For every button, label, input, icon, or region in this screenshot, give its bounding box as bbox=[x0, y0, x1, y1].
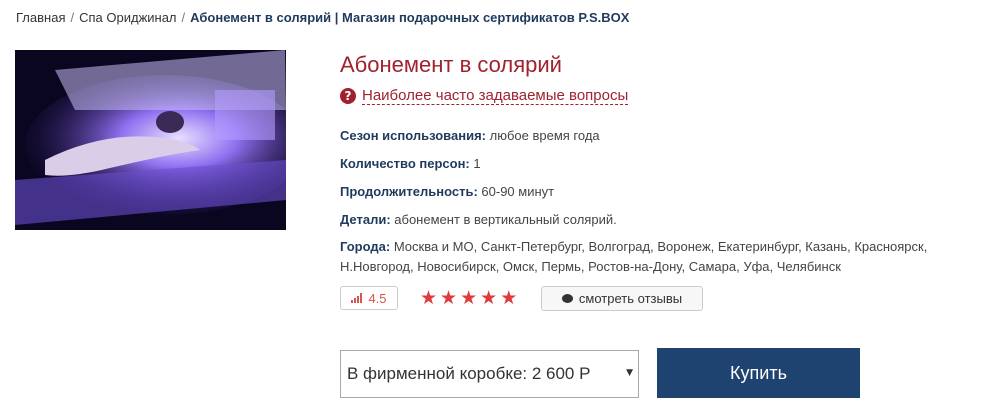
spec-season-value: любое время года bbox=[489, 128, 600, 143]
star-icon: ★ bbox=[500, 287, 521, 309]
product-image bbox=[15, 50, 286, 230]
spec-persons-value: 1 bbox=[473, 156, 481, 171]
star-icon: ★ bbox=[440, 287, 461, 309]
star-icon: ★ bbox=[420, 287, 441, 309]
breadcrumb-separator: / bbox=[70, 10, 75, 25]
faq-link[interactable]: ? Наиболее часто задаваемые вопросы bbox=[340, 87, 629, 105]
spec-details-value: абонемент в вертикальный солярий. bbox=[394, 212, 617, 227]
product-title: Абонемент в солярий bbox=[340, 52, 562, 77]
rating-badge: 4.5 bbox=[340, 286, 398, 310]
package-select[interactable]: В фирменной коробке: 2 600 Р ▼ bbox=[340, 350, 639, 398]
breadcrumb-spa-link[interactable]: Спа Ориджинал bbox=[79, 10, 176, 25]
solarium-photo bbox=[15, 50, 286, 230]
spec-season: Сезон использования: любое время года bbox=[340, 128, 600, 143]
star-icon: ★ bbox=[460, 287, 481, 309]
question-icon: ? bbox=[340, 88, 356, 104]
rating-stars: ★★★★★ bbox=[420, 286, 520, 310]
faq-link-label: Наиболее часто задаваемые вопросы bbox=[362, 87, 629, 105]
breadcrumb: Главная / Спа Ориджинал / Абонемент в соляри… bbox=[16, 10, 629, 25]
breadcrumb-separator: / bbox=[181, 10, 186, 25]
buy-button[interactable]: Купить bbox=[657, 348, 860, 398]
spec-details-label: Детали: bbox=[340, 212, 391, 227]
spec-season-label: Сезон использования: bbox=[340, 128, 486, 143]
spec-duration-label: Продолжительность: bbox=[340, 184, 478, 199]
spec-persons: Количество персон: 1 bbox=[340, 156, 481, 171]
package-select-value: В фирменной коробке: 2 600 Р bbox=[347, 364, 591, 383]
breadcrumb-current: Абонемент в солярий | Магазин подарочных… bbox=[190, 10, 630, 25]
dropdown-arrow-icon: ▼ bbox=[626, 368, 633, 378]
speech-bubble-icon bbox=[561, 294, 573, 303]
spec-persons-label: Количество персон: bbox=[340, 156, 470, 171]
star-icon: ★ bbox=[480, 287, 501, 309]
spec-details: Детали: абонемент в вертикальный солярий… bbox=[340, 212, 617, 227]
spec-duration-value: 60-90 минут bbox=[481, 184, 555, 199]
view-reviews-button[interactable]: смотреть отзывы bbox=[541, 286, 703, 311]
spec-duration: Продолжительность: 60-90 минут bbox=[340, 184, 554, 199]
view-reviews-label: смотреть отзывы bbox=[578, 291, 683, 306]
signal-bars-icon bbox=[351, 293, 363, 303]
spec-cities: Города: Москва и МО, Санкт-Петербург, Во… bbox=[340, 237, 980, 277]
rating-value: 4.5 bbox=[368, 290, 387, 306]
spec-cities-label: Города: bbox=[340, 239, 391, 254]
breadcrumb-home-link[interactable]: Главная bbox=[16, 10, 65, 25]
spec-cities-value: Москва и МО, Санкт-Петербург, Волгоград,… bbox=[340, 239, 928, 274]
